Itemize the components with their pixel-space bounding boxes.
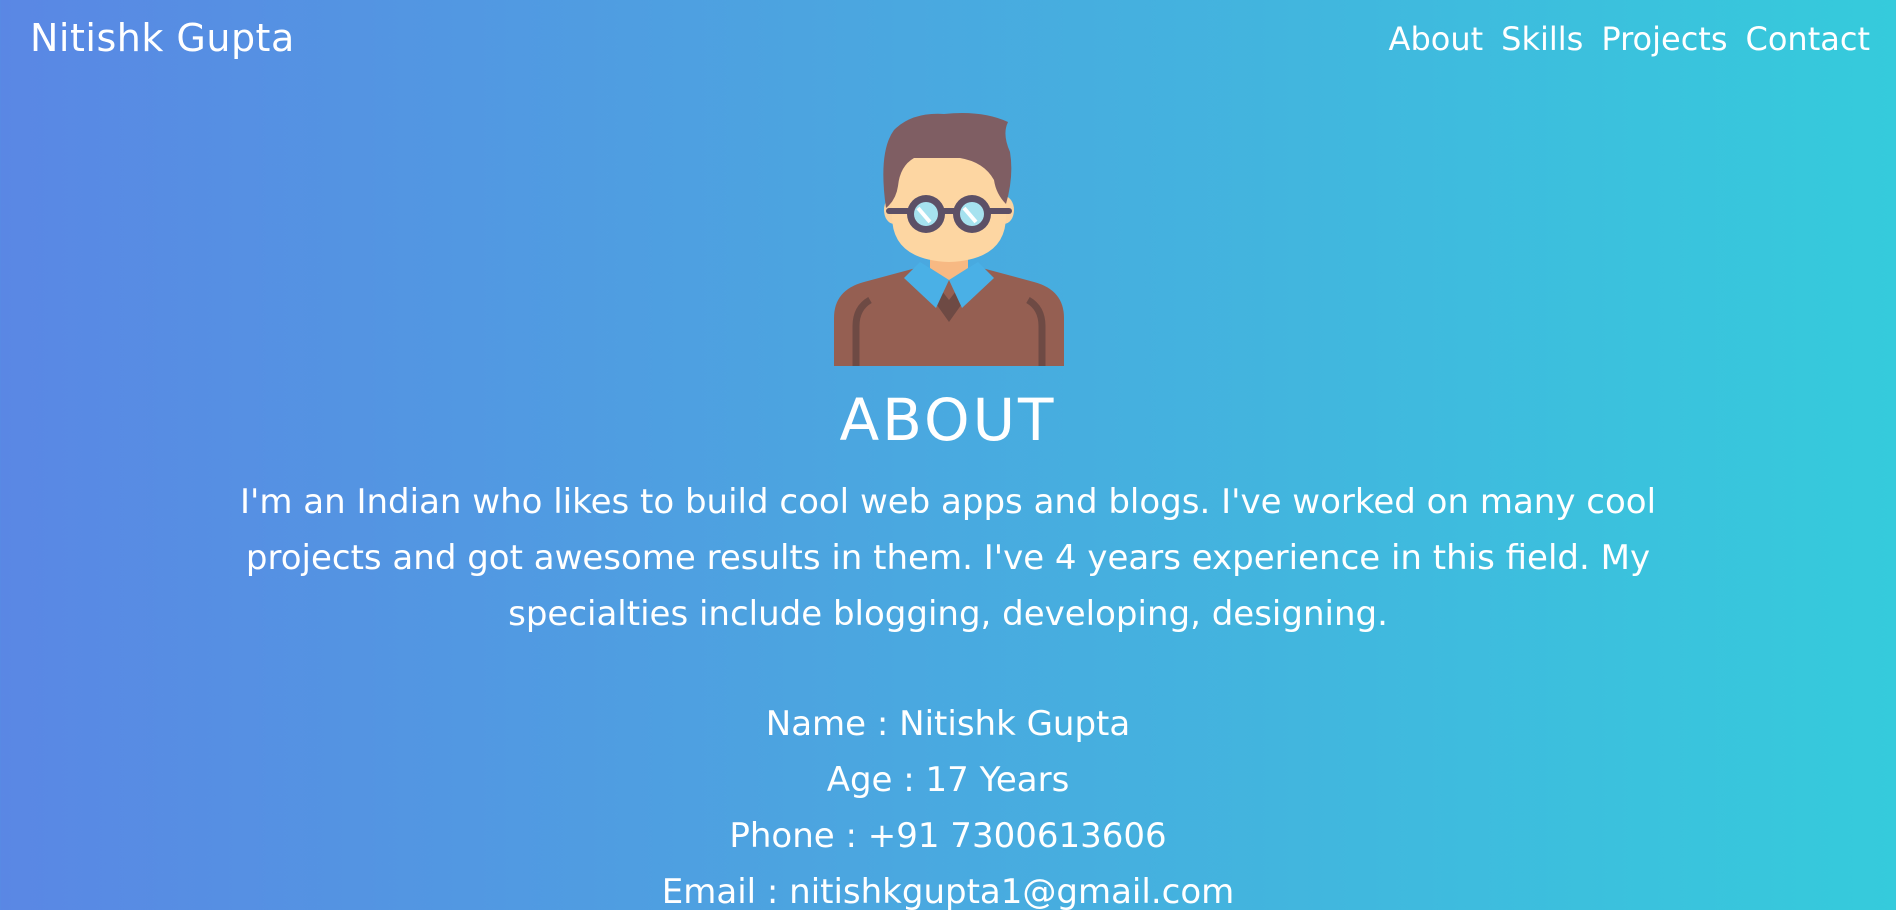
personal-details-list: Name : Nitishk Gupta Age : 17 Years Phon… — [0, 696, 1896, 910]
bio-text: I'm an Indian who likes to build cool we… — [239, 482, 1657, 634]
section-title: ABOUT — [839, 386, 1057, 454]
main-nav: About Skills Projects Contact — [1389, 20, 1870, 58]
nav-projects-link[interactable]: Projects — [1601, 20, 1727, 58]
nav-skills-link[interactable]: Skills — [1501, 20, 1583, 58]
detail-name: Name : Nitishk Gupta — [765, 704, 1131, 744]
developer-avatar-icon — [834, 112, 1064, 366]
detail-age: Age : 17 Years — [826, 760, 1070, 800]
detail-email: Email : nitishkgupta1@gmail.com — [661, 872, 1235, 910]
nav-about-link[interactable]: About — [1389, 20, 1484, 58]
nav-contact-link[interactable]: Contact — [1746, 20, 1871, 58]
detail-phone: Phone : +91 7300613606 — [729, 816, 1167, 856]
brand-logo[interactable]: Nitishk Gupta — [30, 16, 295, 60]
